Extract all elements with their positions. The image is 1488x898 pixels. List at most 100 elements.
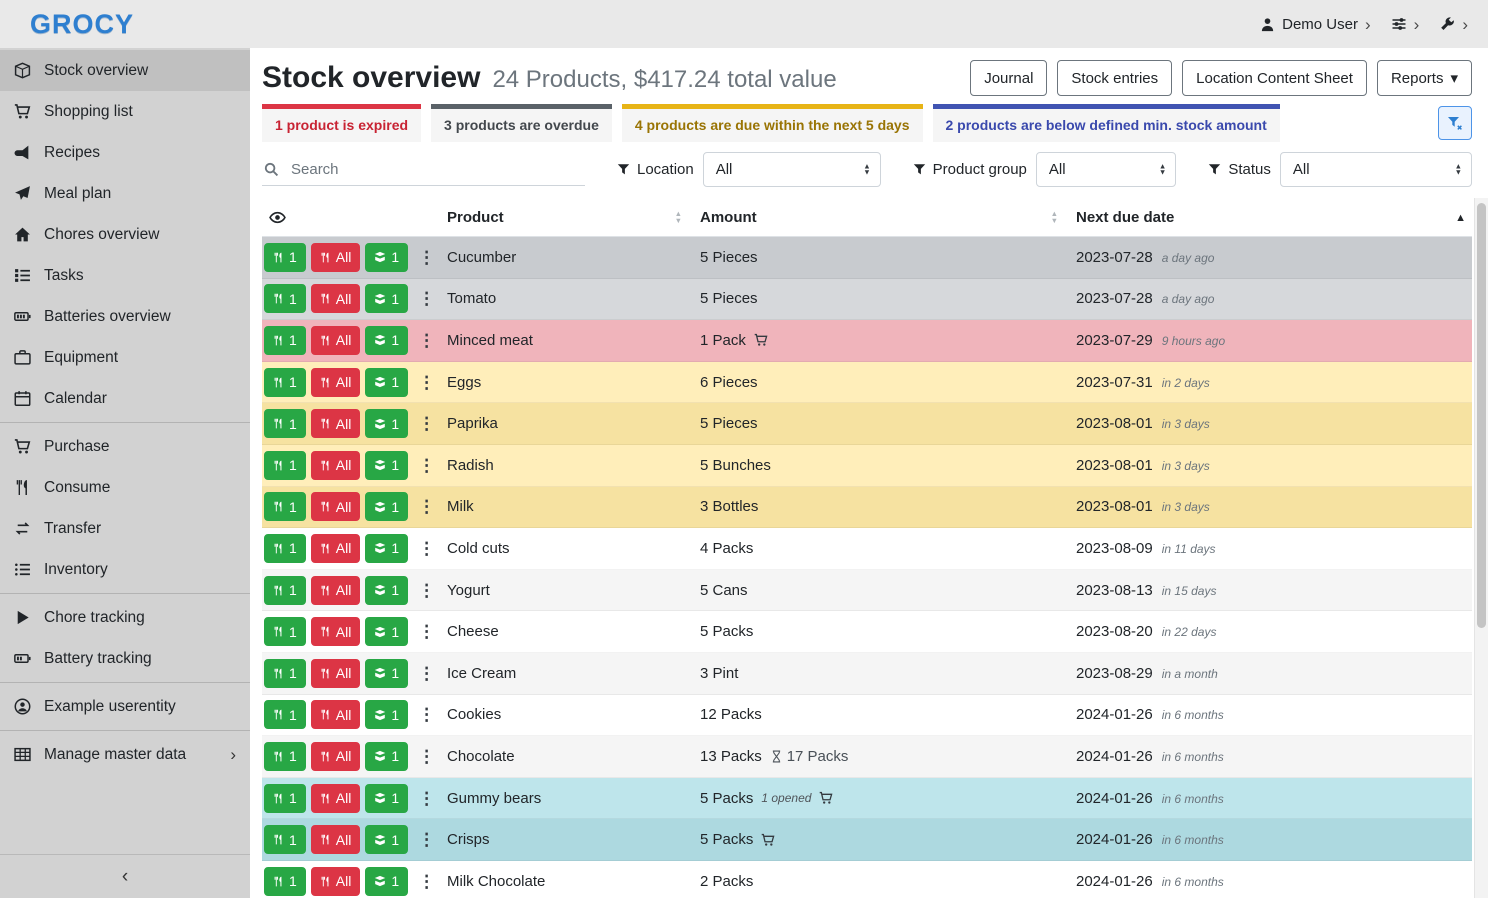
open-one-button[interactable]: 1 xyxy=(365,700,408,729)
row-menu-button[interactable]: ⋮ xyxy=(413,290,440,307)
consume-one-button[interactable]: 1 xyxy=(264,326,306,355)
product-name[interactable]: Minced meat xyxy=(447,332,700,349)
consume-one-button[interactable]: 1 xyxy=(264,243,306,272)
consume-all-button[interactable]: All xyxy=(311,534,361,563)
consume-all-button[interactable]: All xyxy=(311,784,361,813)
journal-button[interactable]: Journal xyxy=(970,60,1047,96)
product-name[interactable]: Milk xyxy=(447,498,700,515)
product-group-select[interactable]: All ▲▼ xyxy=(1036,152,1176,187)
scrollbar-thumb[interactable] xyxy=(1477,203,1486,628)
column-header-amount[interactable]: Amount ▲▼ xyxy=(700,209,1076,226)
consume-all-button[interactable]: All xyxy=(311,825,361,854)
open-one-button[interactable]: 1 xyxy=(365,243,408,272)
product-name[interactable]: Cold cuts xyxy=(447,540,700,557)
product-name[interactable]: Eggs xyxy=(447,374,700,391)
open-one-button[interactable]: 1 xyxy=(365,867,408,896)
consume-one-button[interactable]: 1 xyxy=(264,284,306,313)
banner-expired[interactable]: 1 product is expired xyxy=(262,104,421,142)
consume-one-button[interactable]: 1 xyxy=(264,617,306,646)
product-name[interactable]: Crisps xyxy=(447,831,700,848)
row-menu-button[interactable]: ⋮ xyxy=(413,790,440,807)
consume-one-button[interactable]: 1 xyxy=(264,576,306,605)
consume-all-button[interactable]: All xyxy=(311,742,361,771)
banner-due-soon[interactable]: 4 products are due within the next 5 day… xyxy=(622,104,923,142)
sidebar-item-manage-master-data[interactable]: Manage master data › xyxy=(0,734,250,775)
open-one-button[interactable]: 1 xyxy=(365,326,408,355)
sidebar-item-tasks[interactable]: Tasks xyxy=(0,255,250,296)
product-name[interactable]: Cheese xyxy=(447,623,700,640)
column-header-next-due-date[interactable]: Next due date ▲ xyxy=(1076,209,1472,226)
sidebar-item-chore-tracking[interactable]: Chore tracking xyxy=(0,597,250,638)
product-name[interactable]: Chocolate xyxy=(447,748,700,765)
sidebar-collapse-button[interactable]: ‹ xyxy=(0,854,250,898)
open-one-button[interactable]: 1 xyxy=(365,659,408,688)
consume-one-button[interactable]: 1 xyxy=(264,784,306,813)
sidebar-item-transfer[interactable]: Transfer xyxy=(0,508,250,549)
sidebar-item-example-userentity[interactable]: Example userentity xyxy=(0,686,250,727)
product-name[interactable]: Milk Chocolate xyxy=(447,873,700,890)
open-one-button[interactable]: 1 xyxy=(365,451,408,480)
consume-one-button[interactable]: 1 xyxy=(264,700,306,729)
banner-overdue[interactable]: 3 products are overdue xyxy=(431,104,612,142)
search-input[interactable] xyxy=(291,161,583,178)
row-menu-button[interactable]: ⋮ xyxy=(413,665,440,682)
sidebar-item-consume[interactable]: Consume xyxy=(0,467,250,508)
location-select[interactable]: All ▲▼ xyxy=(703,152,881,187)
product-name[interactable]: Paprika xyxy=(447,415,700,432)
table-scrollbar[interactable] xyxy=(1474,198,1488,898)
consume-all-button[interactable]: All xyxy=(311,576,361,605)
column-visibility-button[interactable] xyxy=(262,209,447,226)
open-one-button[interactable]: 1 xyxy=(365,784,408,813)
row-menu-button[interactable]: ⋮ xyxy=(413,540,440,557)
consume-one-button[interactable]: 1 xyxy=(264,825,306,854)
sidebar-item-chores-overview[interactable]: Chores overview xyxy=(0,214,250,255)
consume-one-button[interactable]: 1 xyxy=(264,659,306,688)
row-menu-button[interactable]: ⋮ xyxy=(413,748,440,765)
row-menu-button[interactable]: ⋮ xyxy=(413,332,440,349)
consume-one-button[interactable]: 1 xyxy=(264,368,306,397)
sidebar-item-shopping-list[interactable]: Shopping list xyxy=(0,91,250,132)
row-menu-button[interactable]: ⋮ xyxy=(413,249,440,266)
sidebar-item-battery-tracking[interactable]: Battery tracking xyxy=(0,638,250,679)
row-menu-button[interactable]: ⋮ xyxy=(413,582,440,599)
consume-all-button[interactable]: All xyxy=(311,659,361,688)
sidebar-item-meal-plan[interactable]: Meal plan xyxy=(0,173,250,214)
consume-one-button[interactable]: 1 xyxy=(264,534,306,563)
consume-all-button[interactable]: All xyxy=(311,368,361,397)
consume-all-button[interactable]: All xyxy=(311,492,361,521)
open-one-button[interactable]: 1 xyxy=(365,284,408,313)
reports-button[interactable]: Reports ▾ xyxy=(1377,60,1472,96)
consume-one-button[interactable]: 1 xyxy=(264,867,306,896)
consume-all-button[interactable]: All xyxy=(311,284,361,313)
open-one-button[interactable]: 1 xyxy=(365,825,408,854)
column-header-product[interactable]: Product ▲▼ xyxy=(447,209,700,226)
consume-all-button[interactable]: All xyxy=(311,409,361,438)
sidebar-item-equipment[interactable]: Equipment xyxy=(0,337,250,378)
location-content-sheet-button[interactable]: Location Content Sheet xyxy=(1182,60,1367,96)
open-one-button[interactable]: 1 xyxy=(365,742,408,771)
row-menu-button[interactable]: ⋮ xyxy=(413,623,440,640)
product-name[interactable]: Radish xyxy=(447,457,700,474)
user-menu[interactable]: Demo User › xyxy=(1260,16,1371,33)
admin-menu[interactable]: › xyxy=(1439,16,1468,33)
open-one-button[interactable]: 1 xyxy=(365,534,408,563)
consume-one-button[interactable]: 1 xyxy=(264,742,306,771)
product-name[interactable]: Cookies xyxy=(447,706,700,723)
stock-entries-button[interactable]: Stock entries xyxy=(1057,60,1172,96)
open-one-button[interactable]: 1 xyxy=(365,492,408,521)
sidebar-item-recipes[interactable]: Recipes xyxy=(0,132,250,173)
product-name[interactable]: Gummy bears xyxy=(447,790,700,807)
consume-all-button[interactable]: All xyxy=(311,243,361,272)
clear-filters-button[interactable] xyxy=(1438,106,1472,140)
status-select[interactable]: All ▲▼ xyxy=(1280,152,1472,187)
consume-all-button[interactable]: All xyxy=(311,451,361,480)
sidebar-item-inventory[interactable]: Inventory xyxy=(0,549,250,590)
row-menu-button[interactable]: ⋮ xyxy=(413,374,440,391)
sidebar-item-purchase[interactable]: Purchase xyxy=(0,426,250,467)
open-one-button[interactable]: 1 xyxy=(365,368,408,397)
consume-one-button[interactable]: 1 xyxy=(264,451,306,480)
consume-one-button[interactable]: 1 xyxy=(264,492,306,521)
open-one-button[interactable]: 1 xyxy=(365,617,408,646)
consume-all-button[interactable]: All xyxy=(311,867,361,896)
row-menu-button[interactable]: ⋮ xyxy=(413,831,440,848)
